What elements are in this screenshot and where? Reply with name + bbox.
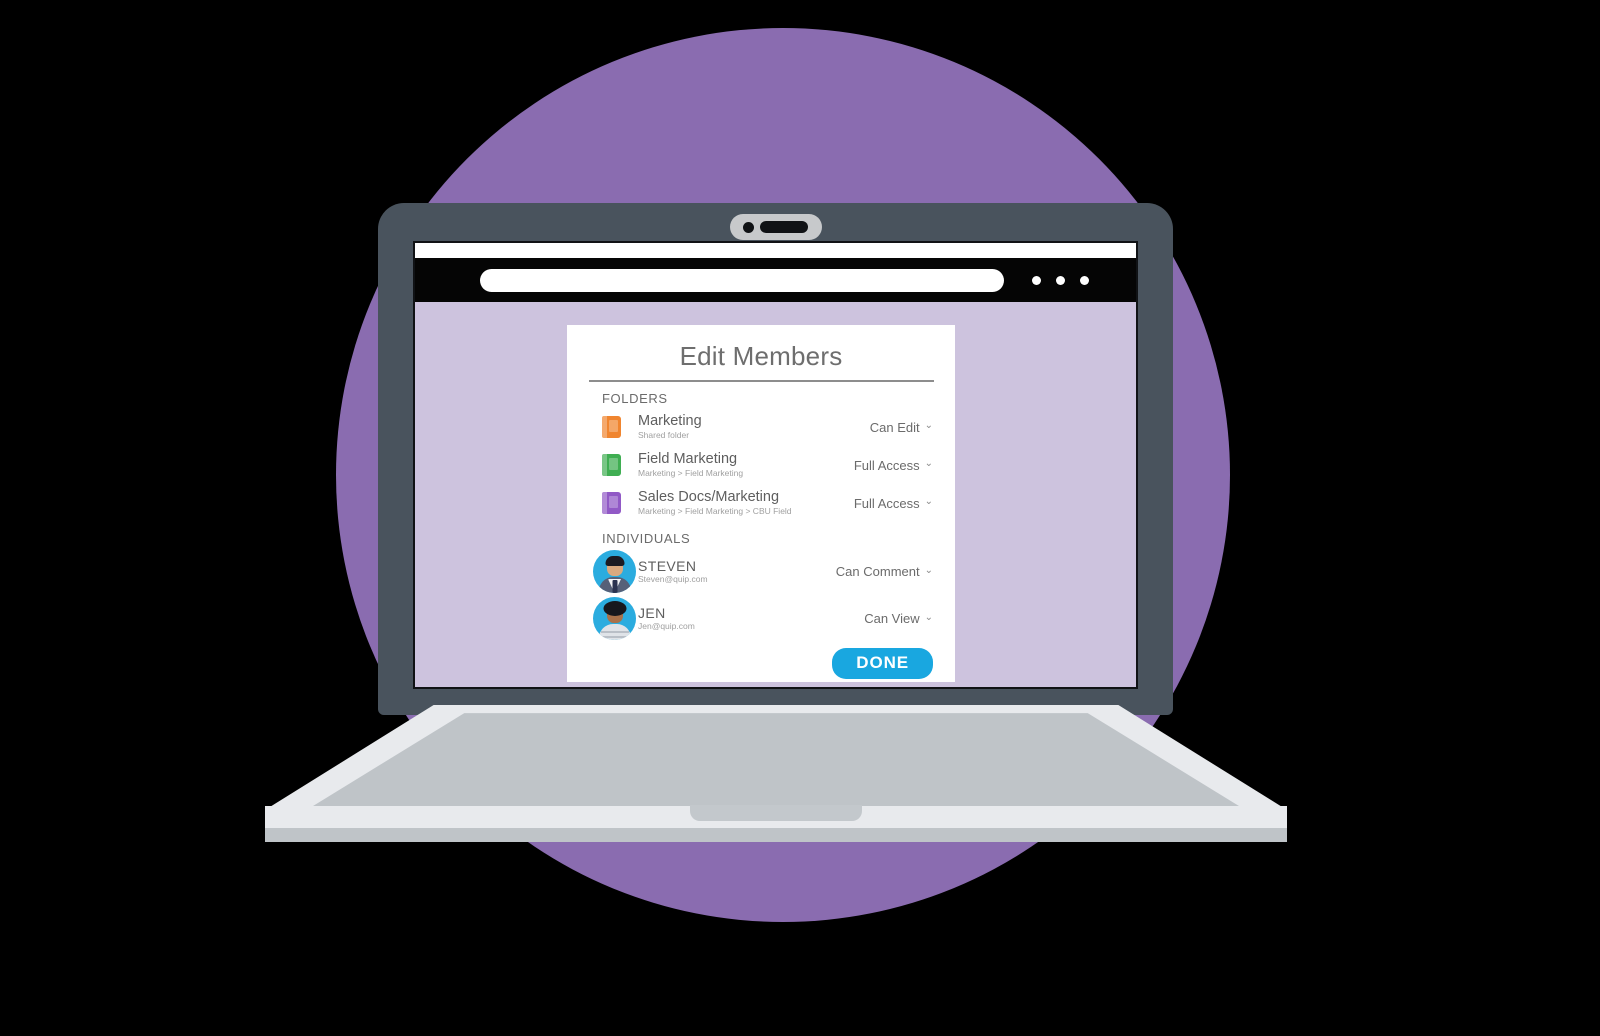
folder-row-text: Field Marketing Marketing > Field Market… bbox=[628, 451, 854, 479]
illustration-scene: Edit Members FOLDERS Marketing Shared fo… bbox=[0, 0, 1600, 1036]
chevron-down-icon: ⌄ bbox=[924, 496, 933, 507]
folder-spine bbox=[602, 416, 607, 438]
section-label-folders: FOLDERS bbox=[602, 391, 668, 406]
folder-icon bbox=[602, 416, 621, 438]
permission-label: Can Edit bbox=[869, 419, 920, 435]
folder-name: Marketing bbox=[638, 413, 702, 430]
individual-row-jen[interactable]: JEN Jen@quip.com Can View ⌄ bbox=[567, 595, 955, 642]
folder-glyph bbox=[609, 420, 618, 432]
avatar bbox=[593, 597, 636, 640]
permission-label: Full Access bbox=[853, 457, 920, 473]
webcam-notch bbox=[729, 214, 822, 240]
folder-row-text: Sales Docs/Marketing Marketing > Field M… bbox=[628, 489, 854, 517]
dialog-footer: DONE bbox=[567, 642, 955, 679]
camera-lens-icon bbox=[743, 221, 754, 233]
folder-path: Marketing > Field Marketing bbox=[638, 467, 744, 478]
individual-row-text: JEN Jen@quip.com bbox=[628, 605, 864, 632]
folder-icon-wrap bbox=[602, 416, 628, 438]
done-button[interactable]: DONE bbox=[832, 648, 933, 679]
avatar-wrap bbox=[593, 597, 636, 640]
menu-dot-icon bbox=[1056, 275, 1065, 285]
folder-path: Marketing > Field Marketing > CBU Field bbox=[638, 505, 792, 516]
laptop-open-notch bbox=[690, 805, 862, 821]
avatar-shirt-stripe bbox=[600, 631, 629, 633]
avatar-hair bbox=[603, 601, 626, 616]
folder-row-marketing[interactable]: Marketing Shared folder Can Edit ⌄ bbox=[567, 408, 955, 446]
folder-name: Sales Docs/Marketing bbox=[638, 489, 780, 506]
laptop-screen: Edit Members FOLDERS Marketing Shared fo… bbox=[415, 243, 1136, 687]
menu-dot-icon bbox=[1080, 275, 1089, 285]
folder-icon bbox=[602, 454, 621, 476]
person-email: Steven@quip.com bbox=[638, 574, 708, 585]
url-input[interactable] bbox=[480, 268, 1004, 292]
page-viewport: Edit Members FOLDERS Marketing Shared fo… bbox=[415, 302, 1136, 687]
permission-dropdown-field-marketing[interactable]: Full Access ⌄ bbox=[854, 458, 933, 473]
chevron-down-icon: ⌄ bbox=[924, 420, 933, 431]
folder-row-text: Marketing Shared folder bbox=[628, 413, 870, 441]
avatar-hair bbox=[605, 556, 624, 566]
person-name: STEVEN bbox=[638, 557, 697, 574]
folder-icon-wrap bbox=[602, 492, 628, 514]
folder-icon bbox=[602, 492, 621, 514]
section-label-individuals: INDIVIDUALS bbox=[602, 531, 691, 546]
dialog-title: Edit Members bbox=[679, 341, 843, 371]
permission-dropdown-marketing[interactable]: Can Edit ⌄ bbox=[870, 420, 933, 435]
browser-toolbar bbox=[415, 258, 1136, 302]
chevron-down-icon: ⌄ bbox=[924, 611, 933, 623]
permission-label: Full Access bbox=[853, 495, 920, 511]
laptop-bottom-edge bbox=[265, 828, 1287, 842]
laptop-lid: Edit Members FOLDERS Marketing Shared fo… bbox=[378, 203, 1173, 715]
person-email: Jen@quip.com bbox=[638, 621, 695, 632]
permission-dropdown-sales-docs[interactable]: Full Access ⌄ bbox=[854, 496, 933, 511]
browser-menu-icon[interactable] bbox=[1032, 275, 1089, 285]
permission-dropdown-jen[interactable]: Can View ⌄ bbox=[864, 611, 933, 626]
avatar-tie bbox=[612, 580, 617, 593]
avatar-wrap bbox=[593, 550, 636, 593]
edit-members-dialog: Edit Members FOLDERS Marketing Shared fo… bbox=[567, 325, 955, 682]
folder-row-field-marketing[interactable]: Field Marketing Marketing > Field Market… bbox=[567, 446, 955, 484]
browser-tab-strip bbox=[415, 243, 1136, 258]
menu-dot-icon bbox=[1032, 275, 1041, 285]
person-name: JEN bbox=[638, 604, 666, 621]
chevron-down-icon: ⌄ bbox=[924, 458, 933, 469]
folder-spine bbox=[602, 492, 607, 514]
folder-glyph bbox=[609, 496, 618, 508]
permission-label: Can View bbox=[864, 611, 920, 626]
avatar-shirt-stripe bbox=[599, 636, 630, 638]
permission-dropdown-steven[interactable]: Can Comment ⌄ bbox=[836, 564, 933, 579]
speaker-bar bbox=[760, 221, 808, 233]
folder-row-sales-docs[interactable]: Sales Docs/Marketing Marketing > Field M… bbox=[567, 484, 955, 522]
avatar bbox=[593, 550, 636, 593]
permission-label: Can Comment bbox=[835, 564, 920, 579]
folder-icon-wrap bbox=[602, 454, 628, 476]
individual-row-text: STEVEN Steven@quip.com bbox=[628, 558, 836, 585]
folder-name: Field Marketing bbox=[638, 451, 738, 468]
folder-spine bbox=[602, 454, 607, 476]
folder-glyph bbox=[609, 458, 618, 470]
folder-path: Shared folder bbox=[638, 429, 690, 440]
laptop-base bbox=[265, 705, 1287, 855]
individual-row-steven[interactable]: STEVEN Steven@quip.com Can Comment ⌄ bbox=[567, 548, 955, 595]
chevron-down-icon: ⌄ bbox=[924, 564, 933, 576]
